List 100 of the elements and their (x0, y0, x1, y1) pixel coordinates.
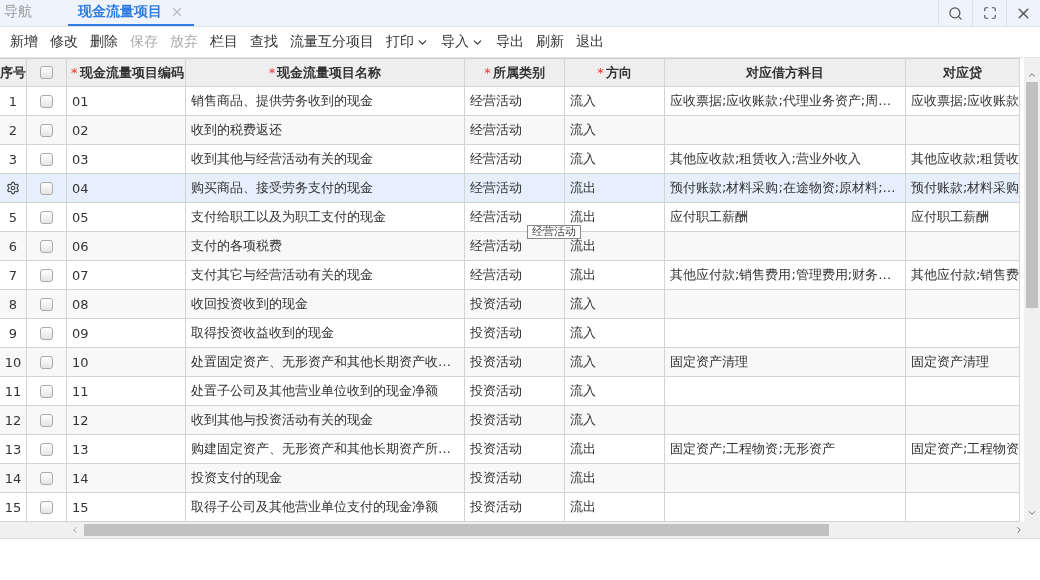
table-cell: 收到的税费返还 (186, 116, 465, 145)
table-cell: 购建固定资产、无形资产和其他长期资产所… (186, 435, 465, 464)
horizontal-scrollbar[interactable] (0, 522, 1024, 538)
gear-icon[interactable] (6, 181, 20, 195)
toolbar-button[interactable]: 修改 (44, 33, 84, 51)
table-cell: 其他应收款;租赁收入;营业外收入 (665, 145, 906, 174)
row-number-cell: 1 (0, 87, 27, 116)
table-cell: 流出 (565, 435, 665, 464)
table-cell: 15 (67, 493, 186, 522)
vertical-scrollbar[interactable] (1024, 58, 1040, 538)
row-number-cell: 6 (0, 232, 27, 261)
row-checkbox[interactable] (40, 210, 53, 224)
row-number-cell: 15 (0, 493, 27, 522)
table-cell: 投资支付的现金 (186, 464, 465, 493)
toolbar-button[interactable]: 导出 (490, 33, 530, 51)
row-checkbox[interactable] (40, 471, 53, 485)
toolbar-button[interactable]: 打印 (380, 33, 435, 51)
table-cell: 应付职工薪酬 (906, 203, 1020, 232)
table-cell: 固定资产;工程物资;无形资产 (665, 435, 906, 464)
table-cell: 投资活动 (465, 406, 565, 435)
table-cell: 流出 (565, 261, 665, 290)
toolbar-button[interactable]: 查找 (244, 33, 284, 51)
table-cell: 取得子公司及其他营业单位支付的现金净额 (186, 493, 465, 522)
column-header: 对应借方科目 (665, 58, 906, 87)
table-cell: 支付的各项税费 (186, 232, 465, 261)
row-checkbox[interactable] (40, 123, 53, 137)
table-cell: 预付账款;材料采购 (906, 174, 1020, 203)
table-cell: 固定资产清理 (906, 348, 1020, 377)
row-checkbox[interactable] (40, 442, 53, 456)
toolbar-button[interactable]: 流量互分项目 (284, 33, 380, 51)
toolbar-button[interactable]: 新增 (4, 33, 44, 51)
table-cell: 投资活动 (465, 435, 565, 464)
search-icon (948, 5, 963, 21)
table-cell: 06 (67, 232, 186, 261)
table-cell: 应收票据;应收账款;代理业务资产;周… (665, 87, 906, 116)
row-checkbox[interactable] (40, 152, 53, 166)
toolbar-button[interactable]: 刷新 (530, 33, 570, 51)
row-checkbox[interactable] (40, 268, 53, 282)
table-cell: 处置子公司及其他营业单位收到的现金净额 (186, 377, 465, 406)
table-cell: 收到其他与投资活动有关的现金 (186, 406, 465, 435)
table-cell: 投资活动 (465, 319, 565, 348)
table-cell: 销售商品、提供劳务收到的现金 (186, 87, 465, 116)
table-cell: 应付职工薪酬 (665, 203, 906, 232)
table-cell: 流入 (565, 406, 665, 435)
table-cell: 投资活动 (465, 493, 565, 522)
row-checkbox[interactable] (40, 181, 53, 195)
row-checkbox[interactable] (40, 239, 53, 253)
table-cell: 流入 (565, 319, 665, 348)
table-cell: 支付其它与经营活动有关的现金 (186, 261, 465, 290)
table-cell: 经营活动 (465, 116, 565, 145)
select-all-checkbox[interactable] (40, 66, 53, 79)
row-checkbox[interactable] (40, 297, 53, 311)
table-cell: 02 (67, 116, 186, 145)
table-cell: 取得投资收益收到的现金 (186, 319, 465, 348)
table-cell: 投资活动 (465, 348, 565, 377)
column-header: 对应贷 (906, 58, 1020, 87)
table-cell: 10 (67, 348, 186, 377)
table-cell: 流出 (565, 174, 665, 203)
table-cell: 11 (67, 377, 186, 406)
row-checkbox[interactable] (40, 413, 53, 427)
row-checkbox[interactable] (40, 500, 53, 514)
table-cell: 14 (67, 464, 186, 493)
maximize-icon (982, 6, 997, 20)
row-checkbox[interactable] (40, 94, 53, 108)
toolbar-button[interactable]: 删除 (84, 33, 124, 51)
column-header: *现金流量项目名称 (186, 58, 465, 87)
table-cell: 经营活动 (465, 174, 565, 203)
table-cell: 流入 (565, 348, 665, 377)
table-cell: 收到其他与经营活动有关的现金 (186, 145, 465, 174)
table-cell: 流入 (565, 116, 665, 145)
table-cell: 流入 (565, 290, 665, 319)
table-cell: 购买商品、接受劳务支付的现金 (186, 174, 465, 203)
toolbar-button[interactable]: 导入 (435, 33, 490, 51)
row-number-cell: 13 (0, 435, 27, 464)
table-cell: 流入 (565, 377, 665, 406)
toolbar-button[interactable]: 栏目 (204, 33, 244, 51)
table-cell: 流入 (565, 87, 665, 116)
row-checkbox[interactable] (40, 355, 53, 369)
table-cell: 固定资产清理 (665, 348, 906, 377)
toolbar-button[interactable]: 退出 (570, 33, 610, 51)
table-cell: 支付给职工以及为职工支付的现金 (186, 203, 465, 232)
row-number-cell: 8 (0, 290, 27, 319)
table-cell: 预付账款;材料采购;在途物资;原材料;… (665, 174, 906, 203)
table-cell: 09 (67, 319, 186, 348)
table-cell: 投资活动 (465, 290, 565, 319)
tab[interactable]: 现金流量项目 (68, 0, 194, 26)
table-cell: 05 (67, 203, 186, 232)
close-icon[interactable] (170, 5, 184, 19)
table-cell: 固定资产;工程物资 (906, 435, 1020, 464)
table-cell: 07 (67, 261, 186, 290)
row-checkbox[interactable] (40, 326, 53, 340)
column-header: *方向 (565, 58, 665, 87)
table-cell: 流出 (565, 464, 665, 493)
row-number-cell: 9 (0, 319, 27, 348)
column-header: 序号 (0, 58, 27, 87)
table-cell: 经营活动 (465, 87, 565, 116)
table-cell: 投资活动 (465, 464, 565, 493)
row-checkbox[interactable] (40, 384, 53, 398)
table-cell: 03 (67, 145, 186, 174)
row-number-cell: 10 (0, 348, 27, 377)
